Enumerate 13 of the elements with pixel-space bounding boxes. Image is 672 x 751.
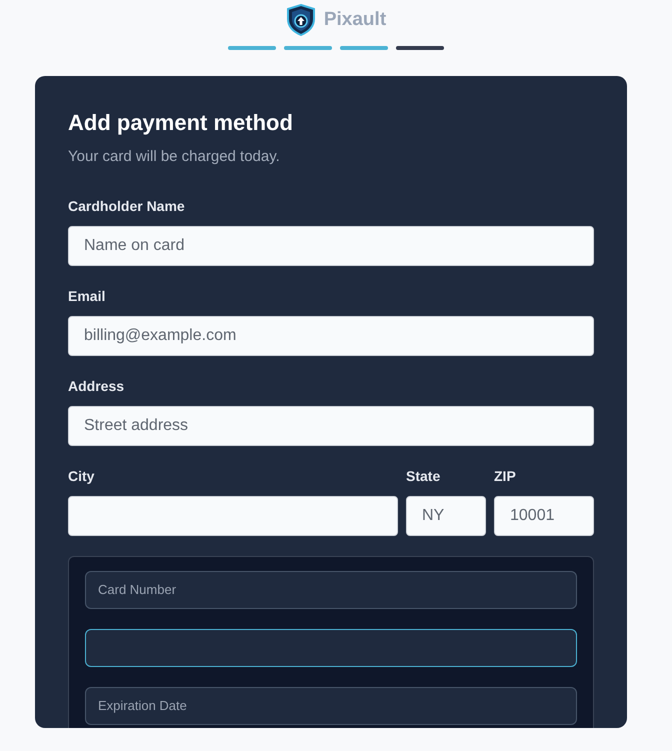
- card-title: Add payment method: [68, 110, 294, 136]
- input-field[interactable]: Card Number: [85, 570, 577, 609]
- field-label: Email: [68, 286, 106, 306]
- shield-logo-icon: [286, 4, 316, 36]
- field-label: State: [406, 466, 442, 486]
- card-subtitle: Your card will be charged today.: [68, 147, 281, 168]
- input-field[interactable]: [85, 628, 577, 667]
- field-label: ZIP: [494, 466, 517, 486]
- brand-name: Pixault: [324, 8, 386, 32]
- field-label: Cardholder Name: [68, 196, 186, 216]
- field-label: City: [68, 466, 96, 486]
- field-label: Address: [68, 376, 126, 396]
- input-field[interactable]: Expiration Date: [85, 686, 577, 725]
